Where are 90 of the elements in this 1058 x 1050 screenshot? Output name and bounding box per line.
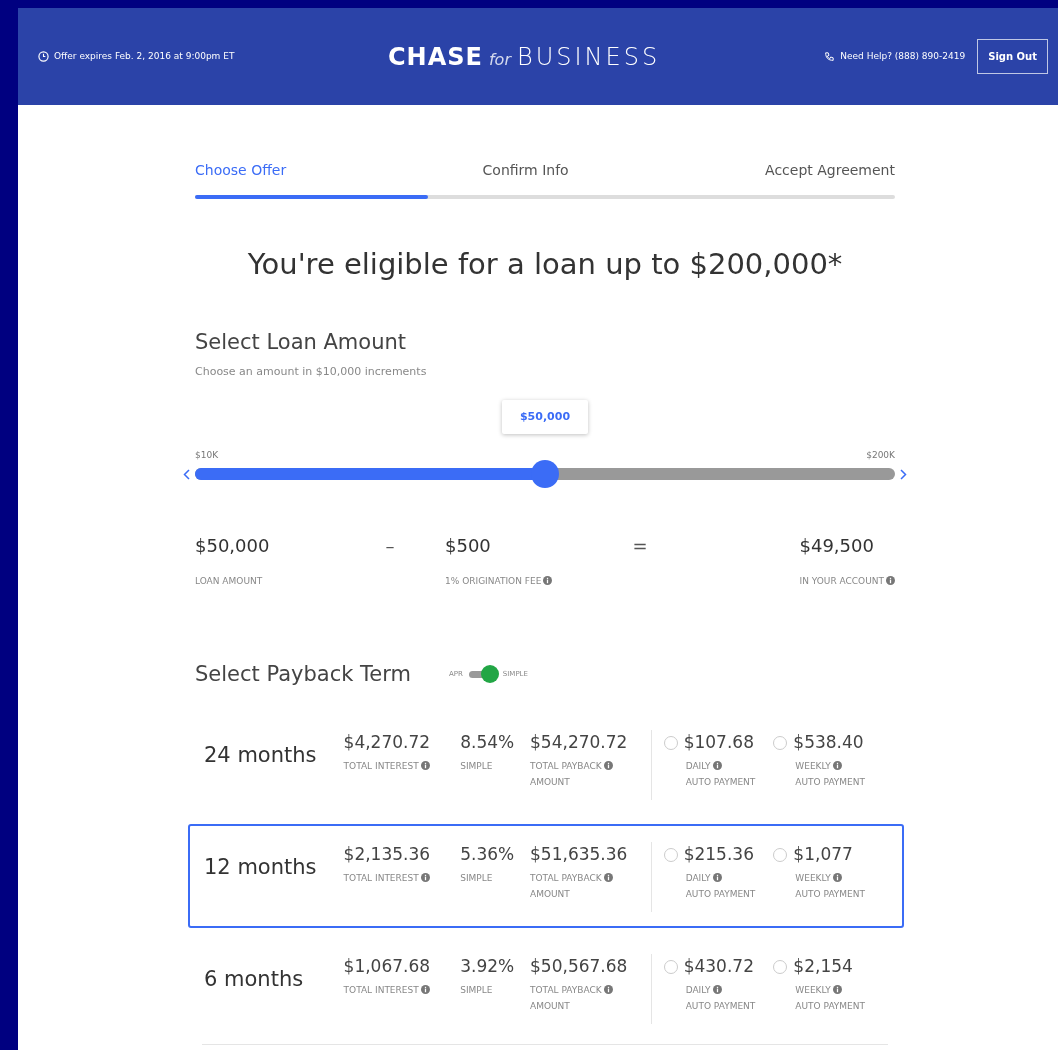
rate-label: SIMPLE bbox=[460, 983, 494, 997]
payback-label: TOTAL PAYBACK bbox=[530, 872, 602, 883]
auto-payment-label: AUTO PAYMENT bbox=[794, 888, 867, 901]
info-icon[interactable] bbox=[603, 984, 613, 994]
payback-label: AMOUNT bbox=[530, 888, 571, 901]
section-subtitle: Choose an amount in $10,000 increments bbox=[195, 364, 428, 380]
daily-label: DAILY bbox=[685, 984, 711, 995]
rate-value: 8.54% bbox=[460, 731, 516, 754]
rate-value: 5.36% bbox=[460, 843, 516, 866]
value-tooltip: $50,000 bbox=[502, 400, 588, 434]
term-row[interactable]: 12 months $2,135.36 TOTAL INTEREST 5.36% SIMPLE $51,635.36 TOTAL PAYBACK AMOUNT $215.36 DAILY AUTO PAYMENT $1,077 WEEKLY AUTO PAYMENT bbox=[188, 824, 904, 928]
amount-label: LOAN AMOUNT bbox=[195, 576, 263, 586]
info-icon[interactable] bbox=[712, 984, 722, 994]
term-label: 24 months bbox=[204, 742, 318, 769]
auto-payment-label: AUTO PAYMENT bbox=[794, 776, 867, 789]
radio-button[interactable] bbox=[663, 959, 678, 974]
info-icon[interactable] bbox=[712, 872, 722, 882]
radio-button[interactable] bbox=[773, 959, 788, 974]
daily-payment-value: $215.36 bbox=[683, 843, 754, 866]
radio-button[interactable] bbox=[663, 735, 678, 750]
term-label: 12 months bbox=[204, 854, 318, 881]
step-tab[interactable]: Accept Agreement bbox=[765, 160, 895, 181]
term-row[interactable]: 6 months $1,067.68 TOTAL INTEREST 3.92% SIMPLE $50,567.68 TOTAL PAYBACK AMOUNT $430.72 DAILY AUTO PAYMENT $2,154 WEEKLY AUTO PAYMENT bbox=[188, 936, 904, 1040]
operator-symbol: = bbox=[632, 535, 648, 556]
info-icon[interactable] bbox=[832, 872, 842, 882]
clock-icon bbox=[38, 51, 49, 62]
rate-label: SIMPLE bbox=[460, 871, 494, 885]
auto-payment-label: AUTO PAYMENT bbox=[794, 1000, 867, 1013]
info-icon[interactable] bbox=[603, 872, 613, 882]
amount-value: $49,500 bbox=[799, 534, 875, 558]
logo: CHASE for BUSINESS bbox=[388, 41, 661, 73]
term-row[interactable]: 24 months $4,270.72 TOTAL INTEREST 8.54% SIMPLE $54,270.72 TOTAL PAYBACK AMOUNT $107.68 DAILY AUTO PAYMENT $538.40 WEEKLY AUTO PAYMENT bbox=[188, 712, 904, 816]
payback-label: TOTAL PAYBACK bbox=[530, 760, 602, 771]
info-icon[interactable] bbox=[543, 576, 553, 585]
radio-button[interactable] bbox=[773, 847, 788, 862]
info-icon[interactable] bbox=[832, 760, 842, 770]
info-icon[interactable] bbox=[832, 984, 842, 994]
section-title: Select Loan Amount bbox=[195, 328, 407, 356]
weekly-payment-value: $2,154 bbox=[793, 955, 853, 978]
weekly-payment-value: $1,077 bbox=[793, 843, 853, 866]
interest-label: TOTAL INTEREST bbox=[343, 872, 419, 883]
auto-payment-label: AUTO PAYMENT bbox=[684, 1000, 757, 1013]
payback-label: AMOUNT bbox=[530, 1000, 571, 1013]
interest-value: $1,067.68 bbox=[343, 955, 432, 978]
info-icon[interactable] bbox=[420, 760, 430, 770]
amount-value: $500 bbox=[445, 534, 492, 558]
info-icon[interactable] bbox=[603, 760, 613, 770]
weekly-payment-value: $538.40 bbox=[793, 731, 864, 754]
auto-payment-label: AUTO PAYMENT bbox=[684, 888, 757, 901]
payback-label: TOTAL PAYBACK bbox=[530, 984, 602, 995]
radio-button[interactable] bbox=[663, 847, 678, 862]
section-title: Select Payback Term bbox=[195, 660, 411, 688]
weekly-label: WEEKLY bbox=[795, 760, 831, 771]
offer-expiry-text: Offer expires Feb. 2, 2016 at 9:00pm ET bbox=[54, 49, 235, 63]
operator-symbol: – bbox=[385, 535, 395, 556]
help-text: Need Help? (888) 890-2419 bbox=[840, 49, 966, 63]
term-label: 6 months bbox=[204, 966, 305, 993]
sign-out-button[interactable]: Sign Out bbox=[977, 39, 1048, 74]
weekly-label: WEEKLY bbox=[795, 984, 831, 995]
daily-payment-value: $430.72 bbox=[683, 955, 754, 978]
amount-label: IN YOUR ACCOUNT bbox=[799, 576, 884, 586]
amount-label: 1% ORIGINATION FEE bbox=[445, 576, 542, 586]
interest-value: $4,270.72 bbox=[343, 731, 432, 754]
rate-label: SIMPLE bbox=[460, 759, 494, 773]
info-icon[interactable] bbox=[420, 984, 430, 994]
weekly-label: WEEKLY bbox=[795, 872, 831, 883]
daily-payment-value: $107.68 bbox=[683, 731, 754, 754]
info-icon[interactable] bbox=[886, 576, 895, 585]
payback-value: $50,567.68 bbox=[530, 955, 629, 978]
step-tab[interactable]: Choose Offer bbox=[195, 160, 287, 181]
payback-label: AMOUNT bbox=[530, 776, 571, 789]
interest-label: TOTAL INTEREST bbox=[343, 760, 419, 771]
daily-label: DAILY bbox=[685, 760, 711, 771]
interest-value: $2,135.36 bbox=[343, 843, 432, 866]
auto-payment-label: AUTO PAYMENT bbox=[684, 776, 757, 789]
payback-value: $54,270.72 bbox=[530, 731, 629, 754]
interest-label: TOTAL INTEREST bbox=[343, 984, 419, 995]
min-label: $10K bbox=[195, 448, 219, 462]
headline: You're eligible for a loan up to $200,000* bbox=[246, 246, 844, 283]
amount-value: $50,000 bbox=[195, 534, 271, 558]
info-icon[interactable] bbox=[420, 872, 430, 882]
phone-icon bbox=[824, 51, 835, 62]
daily-label: DAILY bbox=[685, 872, 711, 883]
radio-button[interactable] bbox=[773, 735, 788, 750]
rate-value: 3.92% bbox=[460, 955, 516, 978]
max-label: $200K bbox=[866, 448, 895, 462]
payback-value: $51,635.36 bbox=[530, 843, 629, 866]
slider-thumb[interactable] bbox=[531, 460, 559, 488]
info-icon[interactable] bbox=[712, 760, 722, 770]
step-tab[interactable]: Confirm Info bbox=[482, 160, 569, 181]
